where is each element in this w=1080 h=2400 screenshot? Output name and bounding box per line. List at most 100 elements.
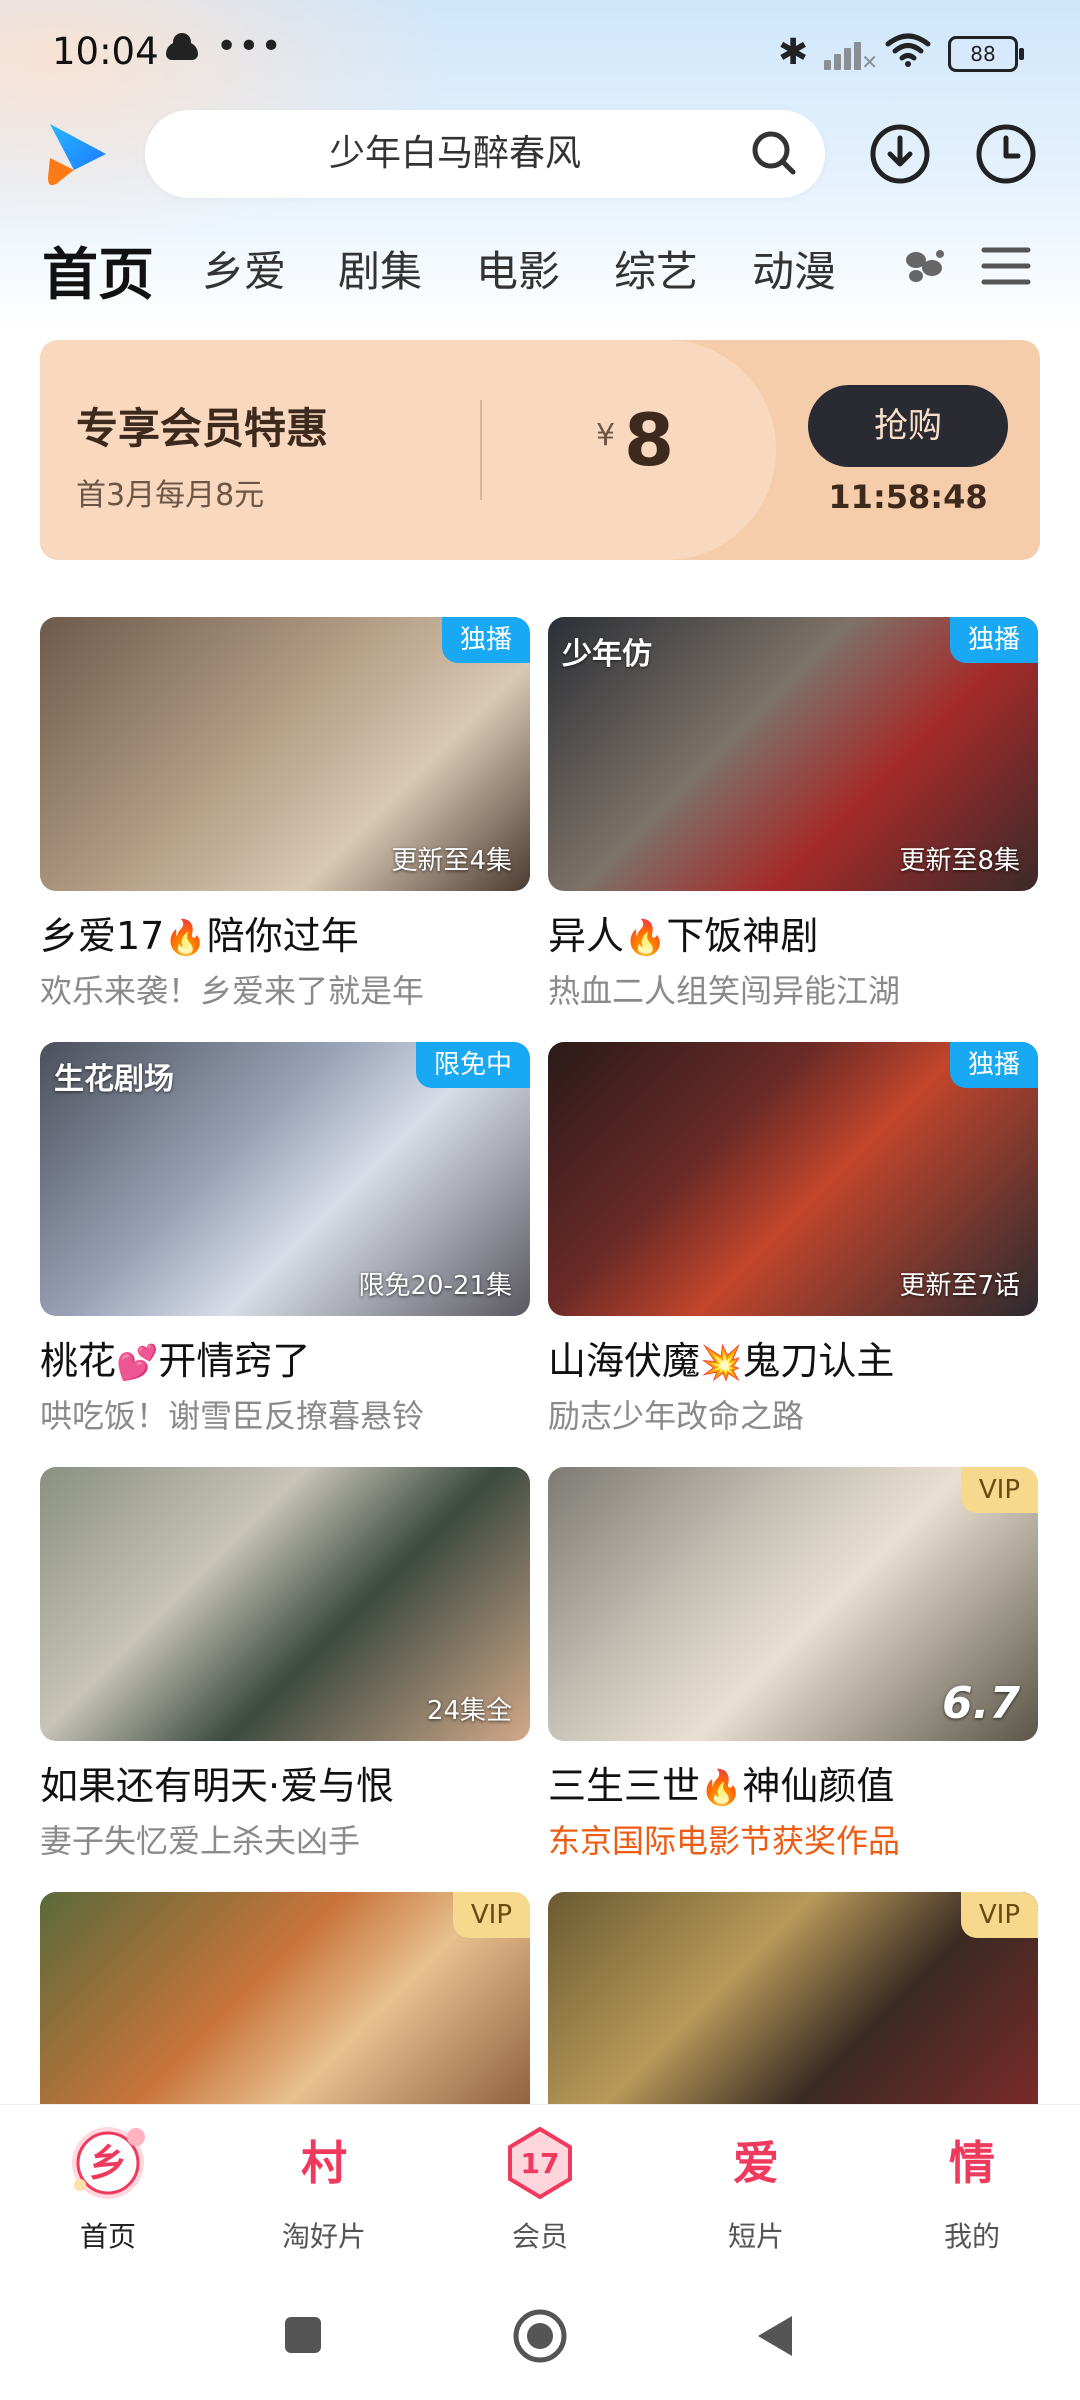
shorts-ai-icon: 爱 [733,2136,779,2190]
title-part: 桃花 [40,1339,117,1383]
home-xiang-icon: 乡 [72,2127,145,2199]
nav-home-label: 首页 [79,2220,136,2253]
video-thumbnail[interactable]: VIP 6.7 [548,1467,1038,1741]
video-title: 如果还有明天·爱与恨 [40,1764,395,1808]
search-bar[interactable]: 少年白马醉春风 [145,110,825,198]
promo-countdown: 11:58:48 [828,478,988,516]
episode-status: 更新至7话 [899,1271,1020,1301]
nav-profile[interactable]: 情 我的 [864,2105,1080,2271]
exclusive-badge: 独播 [949,1042,1038,1088]
search-icon[interactable] [751,130,797,176]
fire-emoji-icon: 🔥 [164,918,207,958]
vip-17-icon: 17 [508,2126,572,2200]
video-card[interactable]: 24集全 如果还有明天·爱与恨 妻子失忆爱上杀夫凶手 [40,1467,530,1862]
title-part: 神仙颜值 [742,1764,895,1808]
exclusive-badge: 独播 [949,617,1038,663]
more-notifications-icon: ••• [216,26,283,67]
title-part: 山海伏魔 [548,1339,701,1383]
tab-xiangai[interactable]: 乡爱 [202,238,286,299]
video-card[interactable]: 独播 更新至4集 乡爱17🔥陪你过年 欢乐来袭！乡爱来了就是年 [40,617,530,1012]
promo-subtitle: 首3月每月8元 [76,478,265,513]
menu-icon[interactable] [978,238,1034,294]
video-thumbnail[interactable]: 生花剧场 限免中 限免20-21集 [40,1042,530,1316]
exclusive-badge: 独播 [441,617,530,663]
tab-variety[interactable]: 综艺 [614,238,698,299]
home-button-icon[interactable] [512,2308,568,2364]
vip-badge: VIP [960,1892,1038,1938]
download-icon[interactable] [866,120,934,188]
vip-badge: VIP [960,1467,1038,1513]
video-subtitle: 妻子失忆爱上杀夫凶手 [40,1822,361,1860]
video-subtitle: 欢乐来袭！乡爱来了就是年 [40,972,425,1010]
explosion-emoji-icon: 💥 [700,1343,743,1383]
video-subtitle: 热血二人组笑闯异能江湖 [548,972,901,1010]
title-part: 开情窍了 [158,1339,311,1383]
tab-series[interactable]: 剧集 [338,238,422,299]
video-card[interactable]: 少年仿 独播 更新至8集 异人🔥下饭神剧 热血二人组笑闯异能江湖 [548,617,1038,1012]
episode-status: 限免20-21集 [358,1271,512,1301]
svg-text:爱: 爱 [733,2136,779,2190]
episode-status: 更新至4集 [391,846,512,876]
status-time: 10:04 [52,30,159,73]
video-card[interactable]: 生花剧场 限免中 限免20-21集 桃花💕开情窍了 哄吃饭！谢雪臣反撩暮悬铃 [40,1042,530,1437]
promo-divider [480,400,482,500]
bottom-nav: 乡 首页 村 淘好片 17 会员 爱 短片 情 我的 [0,2104,1080,2271]
video-title: 异人🔥下饭神剧 [548,905,1038,960]
video-thumbnail[interactable]: 独播 更新至4集 [40,617,530,891]
svg-text:乡: 乡 [89,2141,127,2185]
back-button-icon[interactable] [752,2312,796,2360]
nav-shorts-label: 短片 [727,2220,784,2253]
title-part: 异人 [548,914,625,958]
show-logo: 生花剧场 [54,1062,174,1097]
signal-icon: ✕ [824,36,878,74]
bluetooth-icon: ✱ [778,32,809,73]
title-part: 鬼刀认主 [742,1339,895,1383]
svg-text:情: 情 [949,2136,995,2190]
video-subtitle: 东京国际电影节获奖作品 [548,1822,901,1860]
system-nav-bar [0,2270,1080,2400]
title-part: 三生三世 [548,1764,701,1808]
video-title: 山海伏魔💥鬼刀认主 [548,1330,1038,1385]
vip-promo-banner[interactable]: 专享会员特惠 首3月每月8元 ¥ 8 抢购 11:58:48 [40,340,1040,560]
wifi-icon [885,33,931,67]
tab-movies[interactable]: 电影 [476,238,560,299]
video-thumbnail[interactable]: 独播 更新至7话 [548,1042,1038,1316]
episode-status: 更新至8集 [899,846,1020,876]
tab-home[interactable]: 首页 [42,230,154,311]
nav-browse-label: 淘好片 [281,2220,366,2253]
vip-badge: VIP [452,1892,530,1938]
title-part: 陪你过年 [206,914,359,958]
fire-emoji-icon: 🔥 [624,918,667,958]
nav-shorts[interactable]: 爱 短片 [648,2105,864,2271]
video-title: 乡爱17🔥陪你过年 [40,905,530,960]
tab-anime[interactable]: 动漫 [752,238,836,299]
nav-vip[interactable]: 17 会员 [432,2105,648,2271]
history-clock-icon[interactable] [972,120,1040,188]
nav-vip-label: 会员 [511,2220,568,2253]
category-tabs: 首页 乡爱 剧集 电影 综艺 动漫 [42,230,982,310]
video-card[interactable]: VIP 6.7 三生三世🔥神仙颜值 东京国际电影节获奖作品 [548,1467,1038,1862]
battery-icon: 88 [948,36,1024,72]
video-title: 三生三世🔥神仙颜值 [548,1755,1038,1810]
video-subtitle: 哄吃饭！谢雪臣反撩暮悬铃 [40,1397,425,1435]
cloud-icon [166,33,198,60]
promo-currency: ¥ [596,418,616,453]
search-query-text: 少年白马醉春风 [328,133,581,174]
channel-mascot-icon[interactable] [896,238,952,294]
nav-browse[interactable]: 村 淘好片 [216,2105,432,2271]
buy-button[interactable]: 抢购 [808,385,1008,467]
video-card[interactable]: 独播 更新至7话 山海伏魔💥鬼刀认主 励志少年改命之路 [548,1042,1038,1437]
video-title: 桃花💕开情窍了 [40,1330,530,1385]
rating-score: 6.7 [942,1678,1020,1729]
status-bar: 10:04 ••• ✱ ✕ 88 [0,0,1080,110]
recent-apps-icon[interactable] [282,2314,324,2356]
app-logo-icon[interactable] [44,118,112,190]
episode-status: 24集全 [426,1696,512,1726]
nav-home[interactable]: 乡 首页 [0,2105,216,2271]
heart-emoji-icon: 💕 [116,1343,159,1383]
video-subtitle: 励志少年改命之路 [548,1397,805,1435]
video-thumbnail[interactable]: 24集全 [40,1467,530,1741]
video-thumbnail[interactable]: 少年仿 独播 更新至8集 [548,617,1038,891]
free-badge: 限免中 [415,1042,530,1088]
fire-emoji-icon: 🔥 [700,1768,743,1808]
